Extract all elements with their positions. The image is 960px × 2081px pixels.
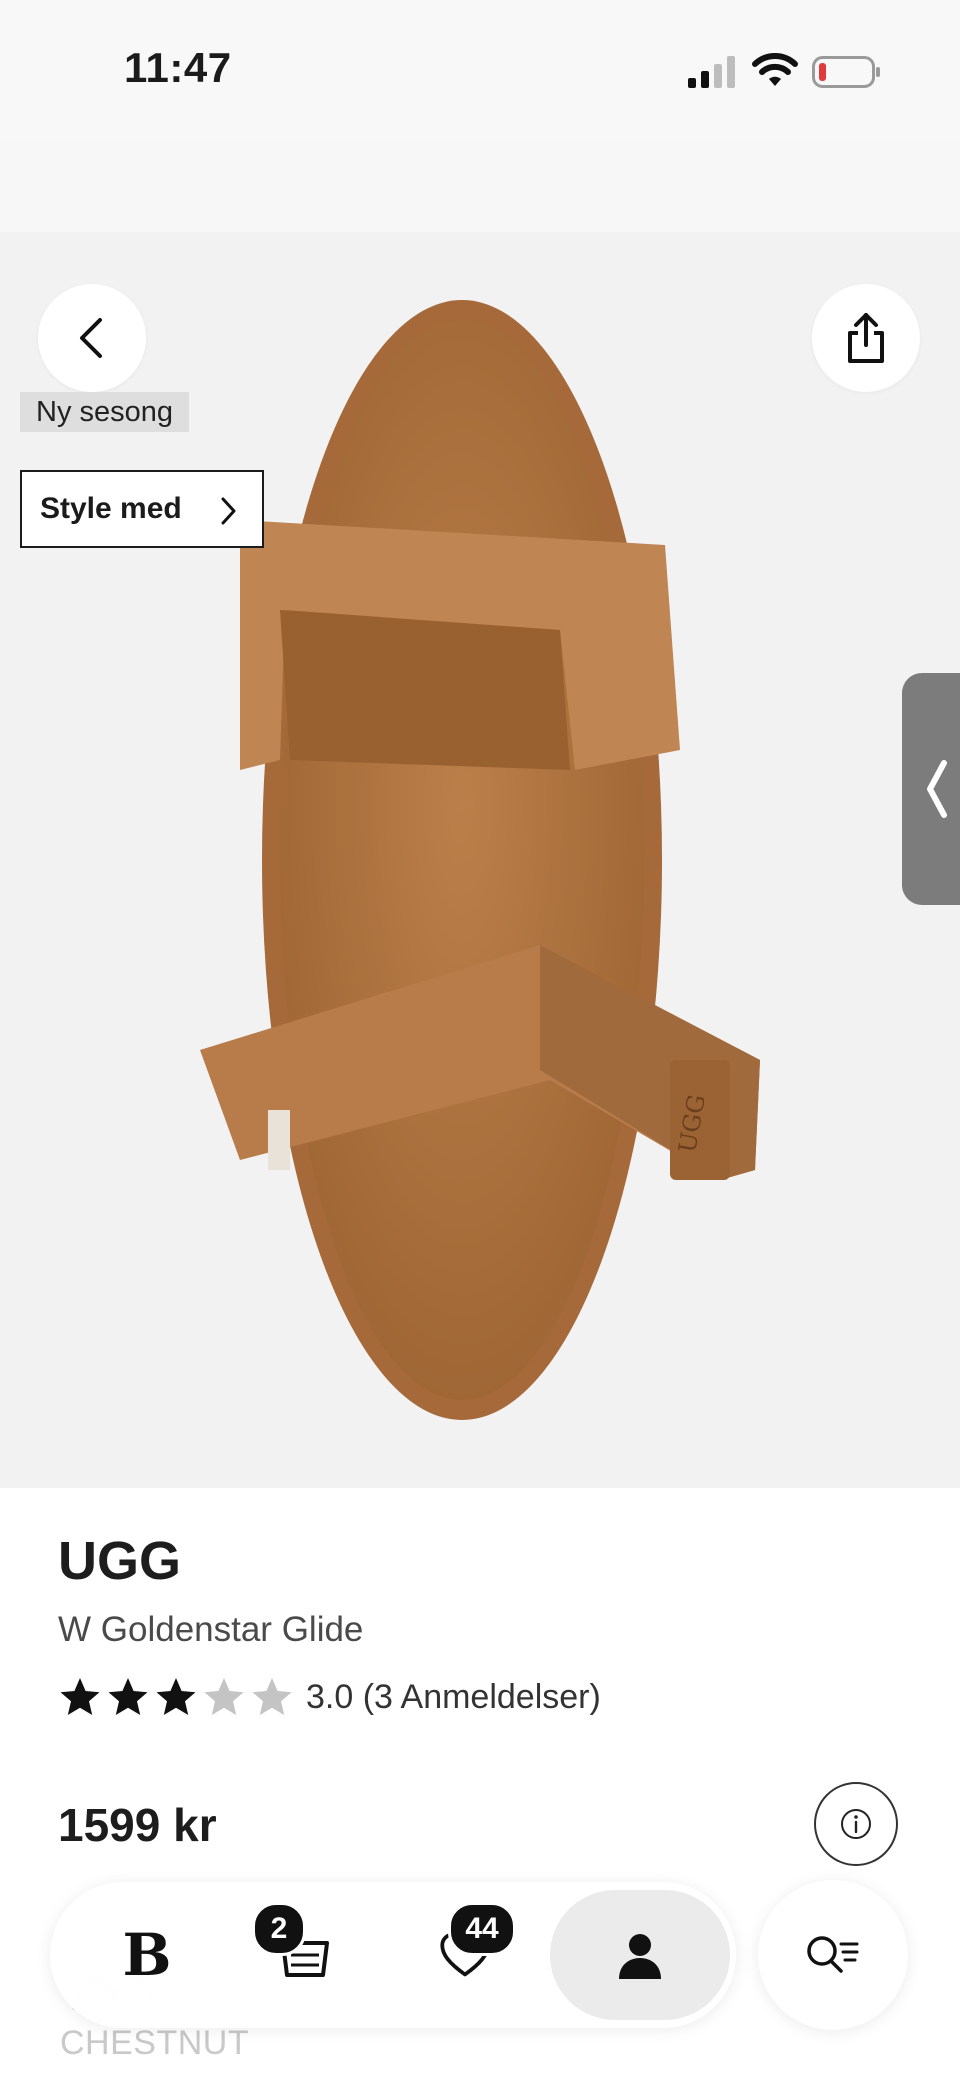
person-icon <box>619 1934 661 1979</box>
product-rating[interactable]: 3.0 (3 Anmeldelser) <box>58 1674 601 1720</box>
nav-home[interactable]: B <box>72 1882 222 2028</box>
style-with-button[interactable]: Style med <box>20 470 264 548</box>
star-filled-icon <box>60 1678 100 1715</box>
back-button[interactable] <box>38 284 146 392</box>
rating-text[interactable]: 3.0 (3 Anmeldelser) <box>306 1678 601 1717</box>
product-image-gallery[interactable]: UGG Ny sesong Style med <box>0 140 960 1488</box>
info-icon <box>841 1809 871 1839</box>
product-brand: UGG <box>58 1531 182 1591</box>
cart-count-badge: 2 <box>252 1902 306 1956</box>
cellular-signal-icon <box>688 56 735 88</box>
info-button[interactable] <box>814 1782 898 1866</box>
rating-stars <box>58 1675 298 1719</box>
nav-profile[interactable] <box>550 1890 730 2020</box>
product-model: W Goldenstar Glide <box>58 1610 364 1649</box>
product-image[interactable]: UGG <box>180 290 780 1430</box>
chevron-left-icon <box>80 318 102 358</box>
star-filled-icon <box>108 1678 148 1715</box>
search-icon <box>807 1936 859 1973</box>
status-bar: 11:47 <box>0 0 960 140</box>
product-price: 1599 kr <box>58 1799 217 1851</box>
style-with-label: Style med <box>40 492 182 525</box>
star-filled-icon <box>156 1678 196 1715</box>
status-time: 11:47 <box>124 44 232 91</box>
star-empty-icon <box>252 1678 292 1715</box>
color-label: CHESTNUT <box>60 2024 250 2062</box>
share-icon <box>848 313 884 363</box>
wifi-icon <box>752 53 798 86</box>
side-panel-tab[interactable] <box>902 673 960 905</box>
chevron-left-icon <box>927 760 947 818</box>
nav-cart[interactable] <box>230 1882 380 2028</box>
brand-logo: B <box>122 1921 172 1989</box>
wishlist-count-badge: 44 <box>448 1902 516 1956</box>
star-empty-icon <box>204 1678 244 1715</box>
chevron-right-icon <box>221 497 236 525</box>
search-button[interactable] <box>758 1880 908 2030</box>
share-button[interactable] <box>812 284 920 392</box>
battery-low-icon <box>812 56 880 88</box>
new-season-badge: Ny sesong <box>20 392 190 432</box>
bottom-navigation-bar: B <box>50 1882 736 2028</box>
